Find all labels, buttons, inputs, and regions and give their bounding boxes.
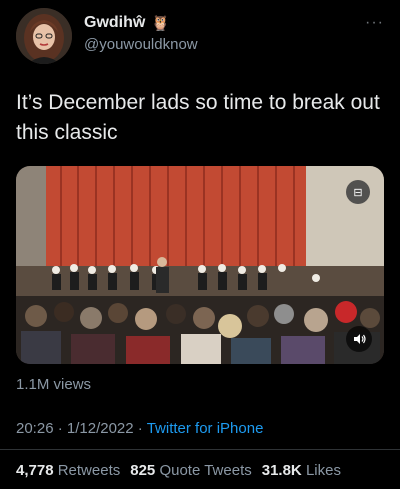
meta-separator: · [53, 420, 67, 437]
retweets-label: Retweets [57, 462, 121, 479]
display-name-text: Gwdihŵ [84, 14, 146, 31]
speaker-icon[interactable] [346, 326, 372, 352]
retweets-stat[interactable]: 4,778 Retweets [16, 462, 120, 479]
avatar[interactable] [16, 8, 72, 64]
tweet-text: It’s December lads so time to break out … [16, 91, 380, 144]
view-count: 1.1M views [16, 376, 92, 393]
display-name[interactable]: Gwdihŵ 🦉 [84, 14, 198, 32]
tweet-time[interactable]: 20:26 [16, 420, 54, 437]
user-handle[interactable]: @youwouldknow [84, 36, 198, 53]
media-badge-icon[interactable]: ⊟ [346, 180, 370, 204]
tweet-meta: 20:26 · 1/12/2022 · Twitter for iPhone [16, 420, 263, 437]
likes-stat[interactable]: 31.8K Likes [262, 462, 341, 479]
owl-emoji-icon: 🦉 [151, 14, 171, 32]
tweet-date[interactable]: 1/12/2022 [67, 420, 134, 437]
meta-separator: · [133, 420, 147, 437]
video-player[interactable]: ⊟ [16, 166, 384, 364]
divider [0, 449, 400, 450]
engagement-stats: 4,778 Retweets 825 Quote Tweets 31.8K Li… [16, 462, 341, 479]
tweet-header: Gwdihŵ 🦉 @youwouldknow ··· [16, 8, 384, 64]
quotes-count: 825 [130, 462, 156, 479]
tweet-source-link[interactable]: Twitter for iPhone [147, 420, 264, 437]
retweets-count: 4,778 [16, 462, 54, 479]
quotes-stat[interactable]: 825 Quote Tweets [130, 462, 251, 479]
quotes-label: Quote Tweets [159, 462, 252, 479]
likes-label: Likes [305, 462, 341, 479]
likes-count: 31.8K [261, 462, 302, 479]
more-options-icon[interactable]: ··· [365, 14, 384, 32]
